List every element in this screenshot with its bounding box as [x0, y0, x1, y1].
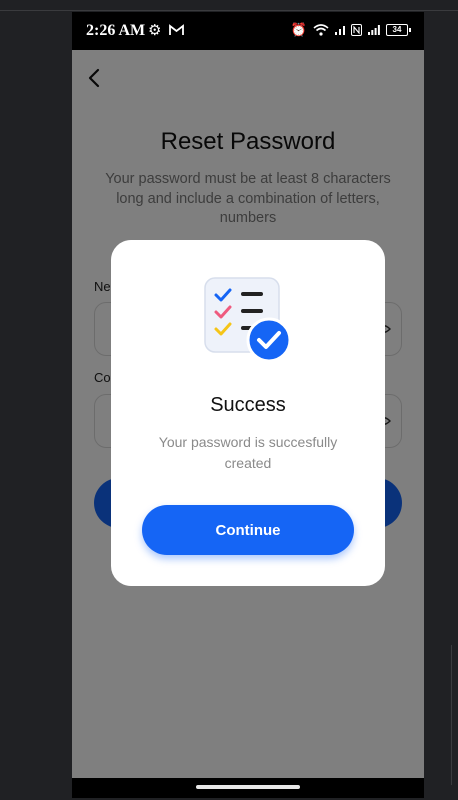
nfc-icon [351, 24, 362, 36]
success-dialog: Success Your password is succesfully cre… [111, 240, 385, 586]
continue-button[interactable]: Continue [142, 505, 354, 555]
signal-icon [368, 25, 380, 35]
status-time: 2:26 AM [86, 22, 146, 39]
window-top-divider [0, 10, 458, 11]
status-icons: ⏰ 34 [290, 22, 411, 37]
gmail-icon [169, 24, 184, 35]
navigation-bar [72, 778, 424, 798]
battery-icon: 34 [386, 24, 411, 36]
home-gesture-handle[interactable] [196, 785, 300, 789]
wifi-icon [313, 24, 329, 36]
signal-icon [335, 26, 345, 35]
dialog-message: Your password is succesfully created [158, 434, 338, 471]
alarm-icon: ⏰ [290, 22, 307, 37]
checklist-success-icon [204, 277, 292, 363]
gear-icon: ⚙ [148, 22, 162, 39]
window-side-divider [451, 645, 452, 785]
dialog-title: Success [210, 394, 286, 416]
status-bar: 2:26 AM ⚙ ⏰ 34 [72, 12, 424, 50]
